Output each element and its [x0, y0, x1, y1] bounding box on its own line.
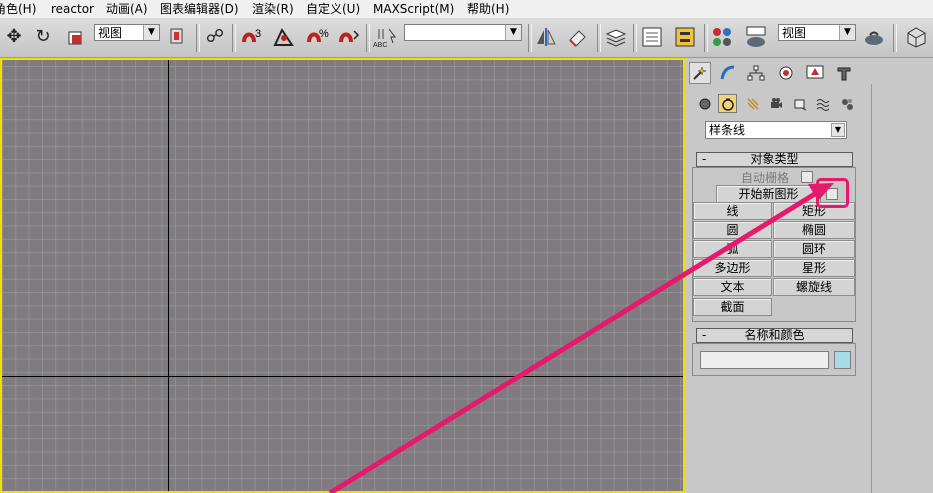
annotation-arrow — [328, 183, 834, 493]
annotation-highlight-box — [816, 178, 849, 208]
